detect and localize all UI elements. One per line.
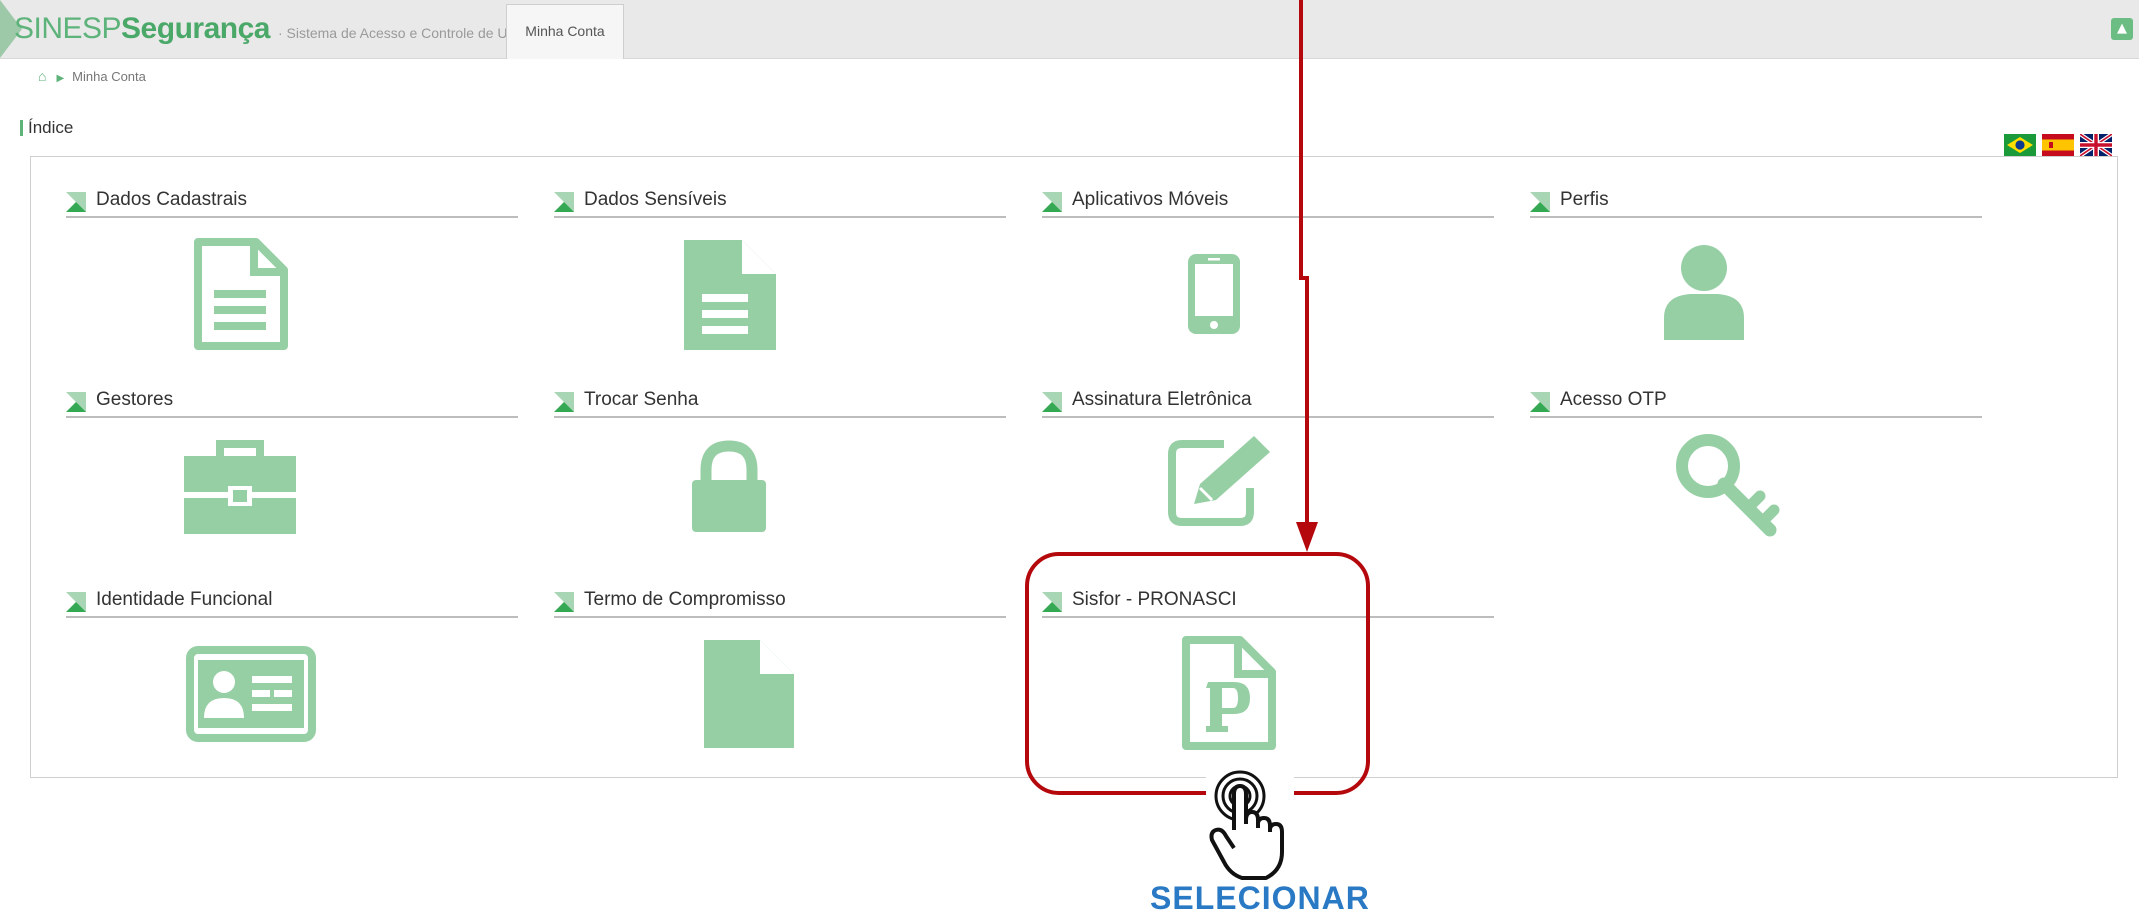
document-solid-icon (684, 240, 776, 350)
corner-triangle-icon (66, 592, 86, 612)
tile-label: Dados Cadastrais (96, 189, 248, 210)
brazil-flag-icon[interactable] (2004, 134, 2036, 156)
mobile-phone-icon (1188, 254, 1240, 334)
tile-dados-cadastrais[interactable]: Dados Cadastrais (66, 186, 518, 356)
page-title: Índice (19, 118, 74, 137)
tile-header: Acesso OTP (1530, 386, 1982, 418)
edit-pencil-icon (1168, 436, 1270, 526)
tile-header: Identidade Funcional (66, 586, 518, 618)
corner-triangle-icon (554, 592, 574, 612)
tile-header: Termo de Compromisso (554, 586, 1006, 618)
tile-aplicativos-moveis[interactable]: Aplicativos Móveis (1042, 186, 1494, 356)
p-file-icon (1182, 636, 1276, 750)
chevron-up-icon[interactable]: ▲ (2111, 18, 2133, 40)
tile-label: Dados Sensíveis (584, 189, 727, 210)
tile-label: Trocar Senha (584, 389, 699, 410)
top-bar: SINESPSegurança · Sistema de Acesso e Con… (0, 0, 2139, 59)
annotation-arrow-segment (1305, 276, 1309, 530)
id-card-icon (186, 646, 316, 742)
uk-flag-icon[interactable] (2080, 134, 2112, 156)
tile-header: Sisfor - PRONASCI (1042, 586, 1494, 618)
tile-label: Aplicativos Móveis (1072, 189, 1229, 210)
tile-label: Identidade Funcional (96, 589, 273, 610)
tile-dados-sensiveis[interactable]: Dados Sensíveis (554, 186, 1006, 356)
tile-header: Gestores (66, 386, 518, 418)
brand-name-light: SINESP (14, 12, 122, 45)
tab-minha-conta[interactable]: Minha Conta (506, 4, 624, 59)
tile-label: Gestores (96, 389, 174, 410)
tile-header: Dados Sensíveis (554, 186, 1006, 218)
user-icon (1664, 245, 1744, 340)
tile-termo-de-compromisso[interactable]: Termo de Compromisso (554, 586, 1006, 752)
spain-flag-icon[interactable] (2042, 134, 2074, 156)
tile-label: Acesso OTP (1560, 389, 1667, 410)
corner-triangle-icon (1530, 392, 1550, 412)
selecionar-callout-label: SELECIONAR (1150, 880, 1370, 916)
corner-triangle-icon (1042, 392, 1062, 412)
corner-triangle-icon (554, 192, 574, 212)
blank-file-icon (704, 640, 794, 748)
corner-triangle-icon (1530, 192, 1550, 212)
breadcrumb: ⌂ ▶ Minha Conta (38, 68, 146, 88)
caret-right-icon: ▶ (56, 73, 65, 84)
corner-triangle-icon (66, 392, 86, 412)
tile-label: Termo de Compromisso (584, 589, 786, 610)
key-icon (1676, 434, 1780, 537)
briefcase-icon (184, 440, 296, 534)
brand-name-bold: Segurança (121, 12, 270, 45)
lock-icon (692, 440, 766, 532)
hand-pointer-icon (1206, 770, 1294, 882)
tile-assinatura-eletronica[interactable]: Assinatura Eletrônica (1042, 386, 1494, 536)
tile-label: Assinatura Eletrônica (1072, 389, 1252, 410)
tile-header: Assinatura Eletrônica (1042, 386, 1494, 418)
corner-triangle-icon (66, 192, 86, 212)
tile-acesso-otp[interactable]: Acesso OTP (1530, 386, 1982, 537)
tile-label: Sisfor - PRONASCI (1072, 589, 1237, 610)
tile-perfis[interactable]: Perfis (1530, 186, 1982, 356)
tile-sisfor-pronasci[interactable]: Sisfor - PRONASCI (1042, 586, 1494, 752)
document-outline-icon (194, 238, 288, 350)
breadcrumb-current: Minha Conta (72, 69, 146, 84)
tile-gestores[interactable]: Gestores (66, 386, 518, 536)
tile-header: Aplicativos Móveis (1042, 186, 1494, 218)
tile-label: Perfis (1560, 189, 1609, 210)
arrow-head-icon (1296, 522, 1318, 552)
app-brand[interactable]: SINESPSegurança · Sistema de Acesso e Con… (14, 12, 553, 46)
tile-identidade-funcional[interactable]: Identidade Funcional (66, 586, 518, 752)
tile-trocar-senha[interactable]: Trocar Senha (554, 386, 1006, 536)
corner-triangle-icon (1042, 592, 1062, 612)
tile-header: Dados Cadastrais (66, 186, 518, 218)
tile-header: Trocar Senha (554, 386, 1006, 418)
tile-header: Perfis (1530, 186, 1982, 218)
home-icon[interactable]: ⌂ (38, 68, 46, 84)
corner-triangle-icon (554, 392, 574, 412)
corner-triangle-icon (1042, 192, 1062, 212)
annotation-arrow-segment (1299, 0, 1303, 280)
